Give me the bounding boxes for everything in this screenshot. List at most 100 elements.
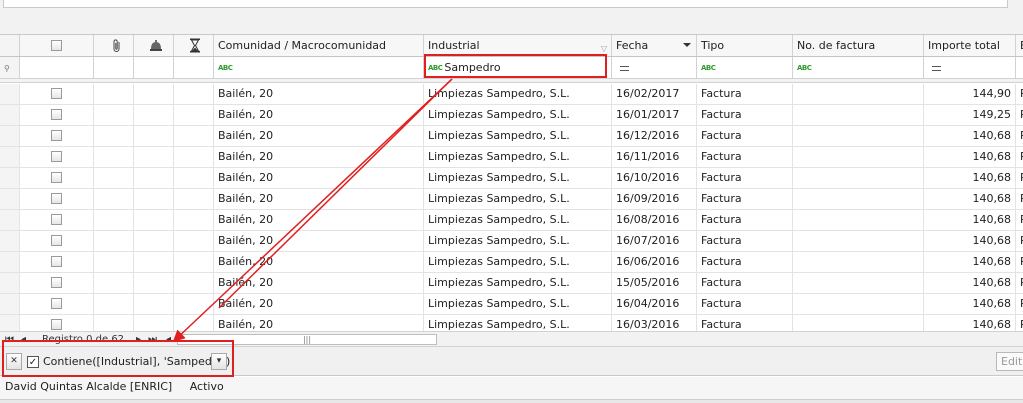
- industrial-cell: Limpiezas Sampedro, S.L.: [424, 315, 612, 331]
- row-select-cell[interactable]: [20, 105, 94, 125]
- filter-expression[interactable]: Contiene([Industrial], 'Sampedro'): [43, 354, 230, 370]
- edit-filter-button[interactable]: Edita: [996, 352, 1023, 371]
- attachment-cell: [94, 168, 134, 188]
- filter-cell-extra: [1016, 57, 1023, 78]
- filter-cell-factura[interactable]: ABC: [793, 57, 924, 78]
- importe-cell: 140,68: [924, 210, 1016, 230]
- filter-cell-fecha[interactable]: [612, 57, 697, 78]
- tipo-cell: Factura: [697, 315, 793, 331]
- column-header-fecha[interactable]: Fecha: [612, 35, 697, 56]
- table-row[interactable]: Bailén, 20 Limpiezas Sampedro, S.L. 16/0…: [0, 84, 1023, 105]
- row-select-cell[interactable]: [20, 189, 94, 209]
- previous-record-button[interactable]: ◂: [21, 333, 26, 346]
- pending-cell: [174, 294, 214, 314]
- record-counter: Registro 0 de 62: [42, 334, 125, 345]
- table-row[interactable]: Bailén, 20 Limpiezas Sampedro, S.L. 16/1…: [0, 168, 1023, 189]
- equals-icon: [620, 65, 629, 71]
- column-header-importe[interactable]: Importe total: [924, 35, 1016, 56]
- row-select-cell[interactable]: [20, 294, 94, 314]
- tipo-cell: Factura: [697, 168, 793, 188]
- row-checkbox[interactable]: [51, 88, 62, 99]
- filter-cell-comunidad[interactable]: ABC: [214, 57, 424, 78]
- table-row[interactable]: Bailén, 20 Limpiezas Sampedro, S.L. 16/1…: [0, 147, 1023, 168]
- column-header-fecha-label: Fecha: [616, 39, 649, 52]
- notification-cell: [134, 147, 174, 167]
- filter-cell-tipo[interactable]: ABC: [697, 57, 793, 78]
- first-record-button[interactable]: ⏮: [5, 333, 14, 346]
- row-select-cell[interactable]: [20, 231, 94, 251]
- column-header-industrial[interactable]: Industrial ▽: [424, 35, 612, 56]
- filter-funnel-icon[interactable]: ▽: [601, 38, 607, 56]
- row-checkbox[interactable]: [51, 193, 62, 204]
- pending-cell: [174, 126, 214, 146]
- pending-cell: [174, 189, 214, 209]
- column-header-extra[interactable]: E: [1016, 35, 1023, 56]
- filter-panel: ✕ ✓ Contiene([Industrial], 'Sampedro') ▾…: [0, 346, 1023, 376]
- row-indicator: [0, 84, 20, 104]
- column-header-tipo[interactable]: Tipo: [697, 35, 793, 56]
- filter-cell-importe[interactable]: [924, 57, 1016, 78]
- row-checkbox[interactable]: [51, 256, 62, 267]
- attachment-column-header[interactable]: [94, 35, 134, 56]
- row-select-cell[interactable]: [20, 147, 94, 167]
- pending-cell: [174, 210, 214, 230]
- notification-cell: [134, 105, 174, 125]
- comunidad-cell: Bailén, 20: [214, 231, 424, 251]
- table-row[interactable]: Bailén, 20 Limpiezas Sampedro, S.L. 16/0…: [0, 189, 1023, 210]
- tipo-cell: Factura: [697, 147, 793, 167]
- horizontal-scrollbar-thumb[interactable]: |||: [177, 334, 437, 345]
- pin-icon: ⚲: [4, 64, 10, 73]
- row-checkbox[interactable]: [51, 109, 62, 120]
- last-record-button[interactable]: ⏭: [148, 333, 157, 346]
- row-checkbox[interactable]: [51, 235, 62, 246]
- table-row[interactable]: Bailén, 20 Limpiezas Sampedro, S.L. 16/0…: [0, 294, 1023, 315]
- table-row[interactable]: Bailén, 20 Limpiezas Sampedro, S.L. 16/0…: [0, 231, 1023, 252]
- row-select-cell[interactable]: [20, 315, 94, 331]
- filter-enabled-checkbox[interactable]: ✓: [27, 356, 39, 368]
- table-row[interactable]: Bailén, 20 Limpiezas Sampedro, S.L. 15/0…: [0, 273, 1023, 294]
- row-select-cell[interactable]: [20, 273, 94, 293]
- factura-cell: [793, 252, 924, 272]
- window-bottom-edge: [0, 399, 1023, 403]
- fecha-cell: 16/10/2016: [612, 168, 697, 188]
- table-row[interactable]: Bailén, 20 Limpiezas Sampedro, S.L. 16/1…: [0, 126, 1023, 147]
- filter-cell-industrial[interactable]: ABC Sampedro: [424, 57, 612, 78]
- table-row[interactable]: Bailén, 20 Limpiezas Sampedro, S.L. 16/0…: [0, 105, 1023, 126]
- comunidad-cell: Bailén, 20: [214, 252, 424, 272]
- status-user: David Quintas Alcalde [ENRIC]: [5, 380, 173, 393]
- filter-cell-notification: [134, 57, 174, 78]
- scroll-left-button[interactable]: ◂: [166, 333, 171, 346]
- table-row[interactable]: Bailén, 20 Limpiezas Sampedro, S.L. 16/0…: [0, 252, 1023, 273]
- next-record-button[interactable]: ▸: [136, 333, 141, 346]
- attachment-cell: [94, 315, 134, 331]
- table-row[interactable]: Bailén, 20 Limpiezas Sampedro, S.L. 16/0…: [0, 210, 1023, 231]
- row-checkbox[interactable]: [51, 277, 62, 288]
- table-row[interactable]: Bailén, 20 Limpiezas Sampedro, S.L. 16/0…: [0, 315, 1023, 331]
- filter-dropdown-button[interactable]: ▾: [211, 353, 227, 370]
- row-checkbox[interactable]: [51, 298, 62, 309]
- auto-filter-row: ⚲ ABC ABC Sampedro ABC ABC: [0, 57, 1023, 79]
- fecha-cell: 16/01/2017: [612, 105, 697, 125]
- extra-cell: P: [1016, 147, 1023, 167]
- row-select-cell[interactable]: [20, 210, 94, 230]
- row-checkbox[interactable]: [51, 172, 62, 183]
- clear-filter-button[interactable]: ✕: [6, 353, 22, 370]
- row-checkbox[interactable]: [51, 214, 62, 225]
- notification-column-header[interactable]: [134, 35, 174, 56]
- navigator-bar: ⏮ ◂ Registro 0 de 62 ▸ ⏭ ◂ |||: [0, 331, 1023, 346]
- extra-cell: P: [1016, 315, 1023, 331]
- row-select-cell[interactable]: [20, 126, 94, 146]
- pending-column-header[interactable]: [174, 35, 214, 56]
- column-header-comunidad[interactable]: Comunidad / Macrocomunidad: [214, 35, 424, 56]
- notification-cell: [134, 210, 174, 230]
- row-select-cell[interactable]: [20, 168, 94, 188]
- column-header-factura[interactable]: No. de factura: [793, 35, 924, 56]
- row-select-cell[interactable]: [20, 84, 94, 104]
- select-all-header[interactable]: [20, 35, 94, 56]
- select-all-checkbox[interactable]: [51, 40, 62, 51]
- row-checkbox[interactable]: [51, 151, 62, 162]
- row-checkbox[interactable]: [51, 319, 62, 330]
- row-checkbox[interactable]: [51, 130, 62, 141]
- factura-cell: [793, 84, 924, 104]
- row-select-cell[interactable]: [20, 252, 94, 272]
